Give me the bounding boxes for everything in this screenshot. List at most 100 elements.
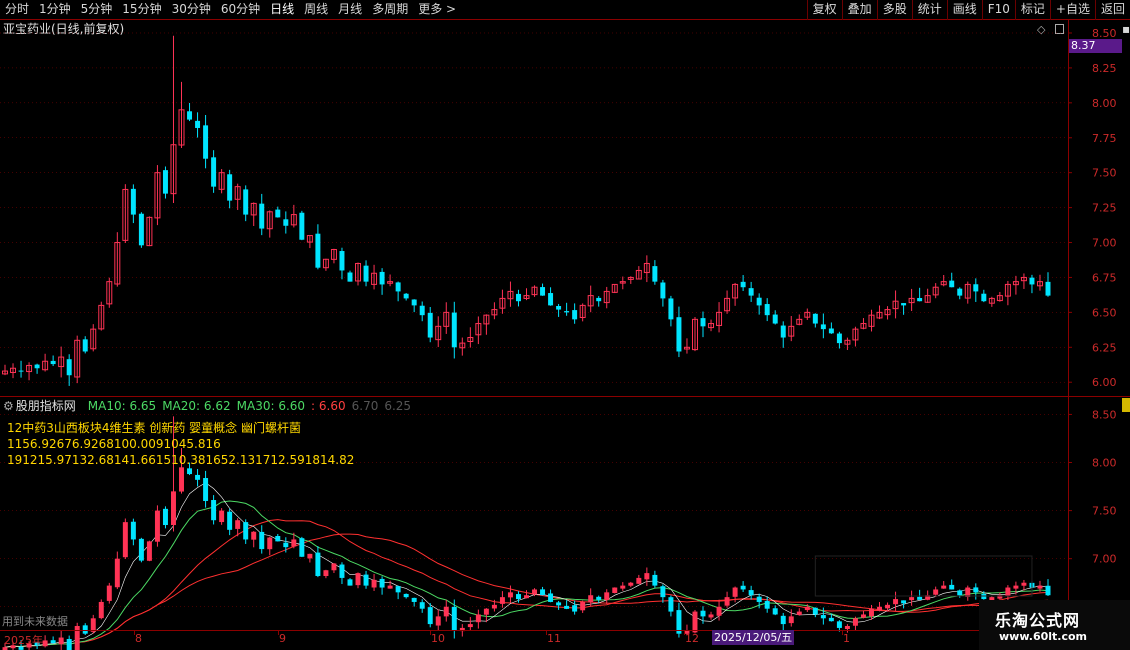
indicator-text-line-2: 1156.92676.9268100.0091045.816 [7, 437, 221, 451]
time-label-aug: 8 [135, 632, 142, 645]
indicator-candle-body [331, 563, 337, 571]
main-candle-body [556, 306, 562, 310]
main-candle-body [227, 174, 233, 201]
indicator-candle-body [162, 508, 168, 526]
indicator-candle-body [106, 585, 112, 601]
main-candle-body [451, 312, 457, 348]
main-candles [2, 35, 1051, 386]
time-label-nov: 11 [547, 632, 561, 645]
indicator-candle-body [275, 535, 281, 542]
indicator-candle-body [203, 478, 209, 501]
indicator-candle-body [1005, 587, 1011, 596]
indicator-candle-body [909, 597, 915, 601]
indicator-candle-body [1021, 582, 1027, 586]
gear-icon[interactable]: ⚙ [3, 399, 14, 413]
main-axis-label: 7.75 [1092, 132, 1117, 145]
indicator-candle-body [515, 594, 521, 600]
indicator-candle-body [636, 577, 642, 584]
side-info-strip: ▪ [1122, 20, 1130, 398]
main-candle-body [596, 297, 602, 302]
main-candle-body [1045, 281, 1051, 296]
main-candle-body [283, 219, 289, 226]
main-candle-body [211, 157, 217, 187]
main-candle-body [901, 303, 907, 306]
indicator-candle-body [901, 600, 907, 604]
indicator-candle-body [114, 558, 120, 588]
indicator-candle-body [708, 614, 714, 618]
main-candle-body [395, 282, 401, 292]
indicator-candle-body [917, 596, 923, 600]
main-candle-body [18, 370, 24, 372]
indicator-candle-body [612, 587, 618, 593]
current-price-tag: 8.37 [1069, 39, 1122, 53]
indicator-candle-body [780, 615, 786, 625]
faded-value-2: 6.25 [384, 399, 412, 413]
main-candle-body [668, 298, 674, 320]
main-candle-body [427, 312, 433, 338]
main-candle-body [259, 203, 265, 229]
ma10-line [4, 500, 1049, 648]
main-candle-body [315, 233, 321, 268]
main-candle-body [203, 125, 209, 159]
kline-chart[interactable]: 8.50 8.25 8.00 7.75 7.50 7.25 7.00 6.75 6.50 6.25… [0, 0, 1130, 650]
main-candle-body [162, 170, 168, 194]
indicator-candle-body [411, 597, 417, 602]
indicator-candle-body [387, 585, 393, 589]
ma10-value: MA10: 6.65 [87, 399, 157, 413]
indicator-candle-body [828, 617, 834, 622]
time-label-dec: 12 [685, 632, 699, 645]
indicator-candle-body [98, 601, 104, 619]
indicator-candle-body [251, 531, 257, 540]
indicator-candle-body [748, 590, 754, 596]
indicator-candle-body [395, 586, 401, 593]
main-axis-label: 6.25 [1092, 341, 1117, 354]
indicator-name[interactable]: ⚙ 股朋指标网 [3, 398, 82, 414]
time-label-sep: 9 [279, 632, 286, 645]
indicator-header: ⚙ 股朋指标网 MA10: 6.65 MA20: 6.62 MA30: 6.60 … [3, 398, 417, 414]
main-axis-label: 6.50 [1092, 306, 1117, 319]
faded-value-1: 6.70 [351, 399, 379, 413]
indicator-candle-body [403, 593, 409, 598]
indicator-candle-body [130, 521, 136, 540]
indicator-candle-body [756, 596, 762, 602]
indicator-candle-body [467, 624, 473, 628]
indicator-candle-body [804, 606, 810, 611]
indicator-candle-body [700, 610, 706, 617]
main-candle-body [130, 188, 136, 215]
main-candle-body [411, 299, 417, 306]
indicator-candle-body [267, 537, 273, 550]
indicator-candle-body [179, 467, 184, 492]
main-candle-body [540, 287, 546, 296]
ma30-value: MA30: 6.60 [236, 399, 306, 413]
main-axis-label: 7.25 [1092, 202, 1117, 215]
indicator-candle-body [532, 589, 538, 595]
indicator-candle-body [371, 579, 377, 588]
main-candle-body [652, 266, 658, 282]
main-candle-body [403, 293, 409, 299]
indicator-candle-body [836, 621, 842, 628]
indicator-candle-body [844, 626, 850, 629]
indicator-candle-body [588, 595, 594, 603]
main-candle-body [515, 293, 521, 302]
main-candle-body [1029, 277, 1035, 285]
indicator-candle-body [1037, 585, 1043, 589]
indicator-axis-label: 8.50 [1092, 408, 1117, 421]
main-candle-body [676, 317, 682, 352]
main-candle-body [50, 360, 56, 365]
indicator-candle-body [170, 491, 176, 526]
indicator-text-line-3: 191215.97132.68141.661510.381652.131712.… [7, 453, 355, 467]
indicator-candle-body [788, 616, 794, 624]
indicator-candle-body [668, 597, 674, 612]
indicator-candle-body [957, 590, 963, 596]
time-label-oct: 10 [431, 632, 445, 645]
watermark-title: 乐淘公式网 [995, 611, 1081, 630]
main-candle-body [828, 328, 834, 334]
main-candle-body [339, 251, 345, 271]
future-data-note: 用到未来数据 [2, 615, 68, 628]
main-candle-body [138, 213, 144, 246]
indicator-candle-body [219, 510, 225, 523]
indicator-candle-body [796, 611, 802, 615]
ma20-value: MA20: 6.62 [162, 399, 231, 413]
date-marker: 2025/12/05/五 [712, 630, 795, 645]
indicator-candle-body [1013, 585, 1019, 589]
